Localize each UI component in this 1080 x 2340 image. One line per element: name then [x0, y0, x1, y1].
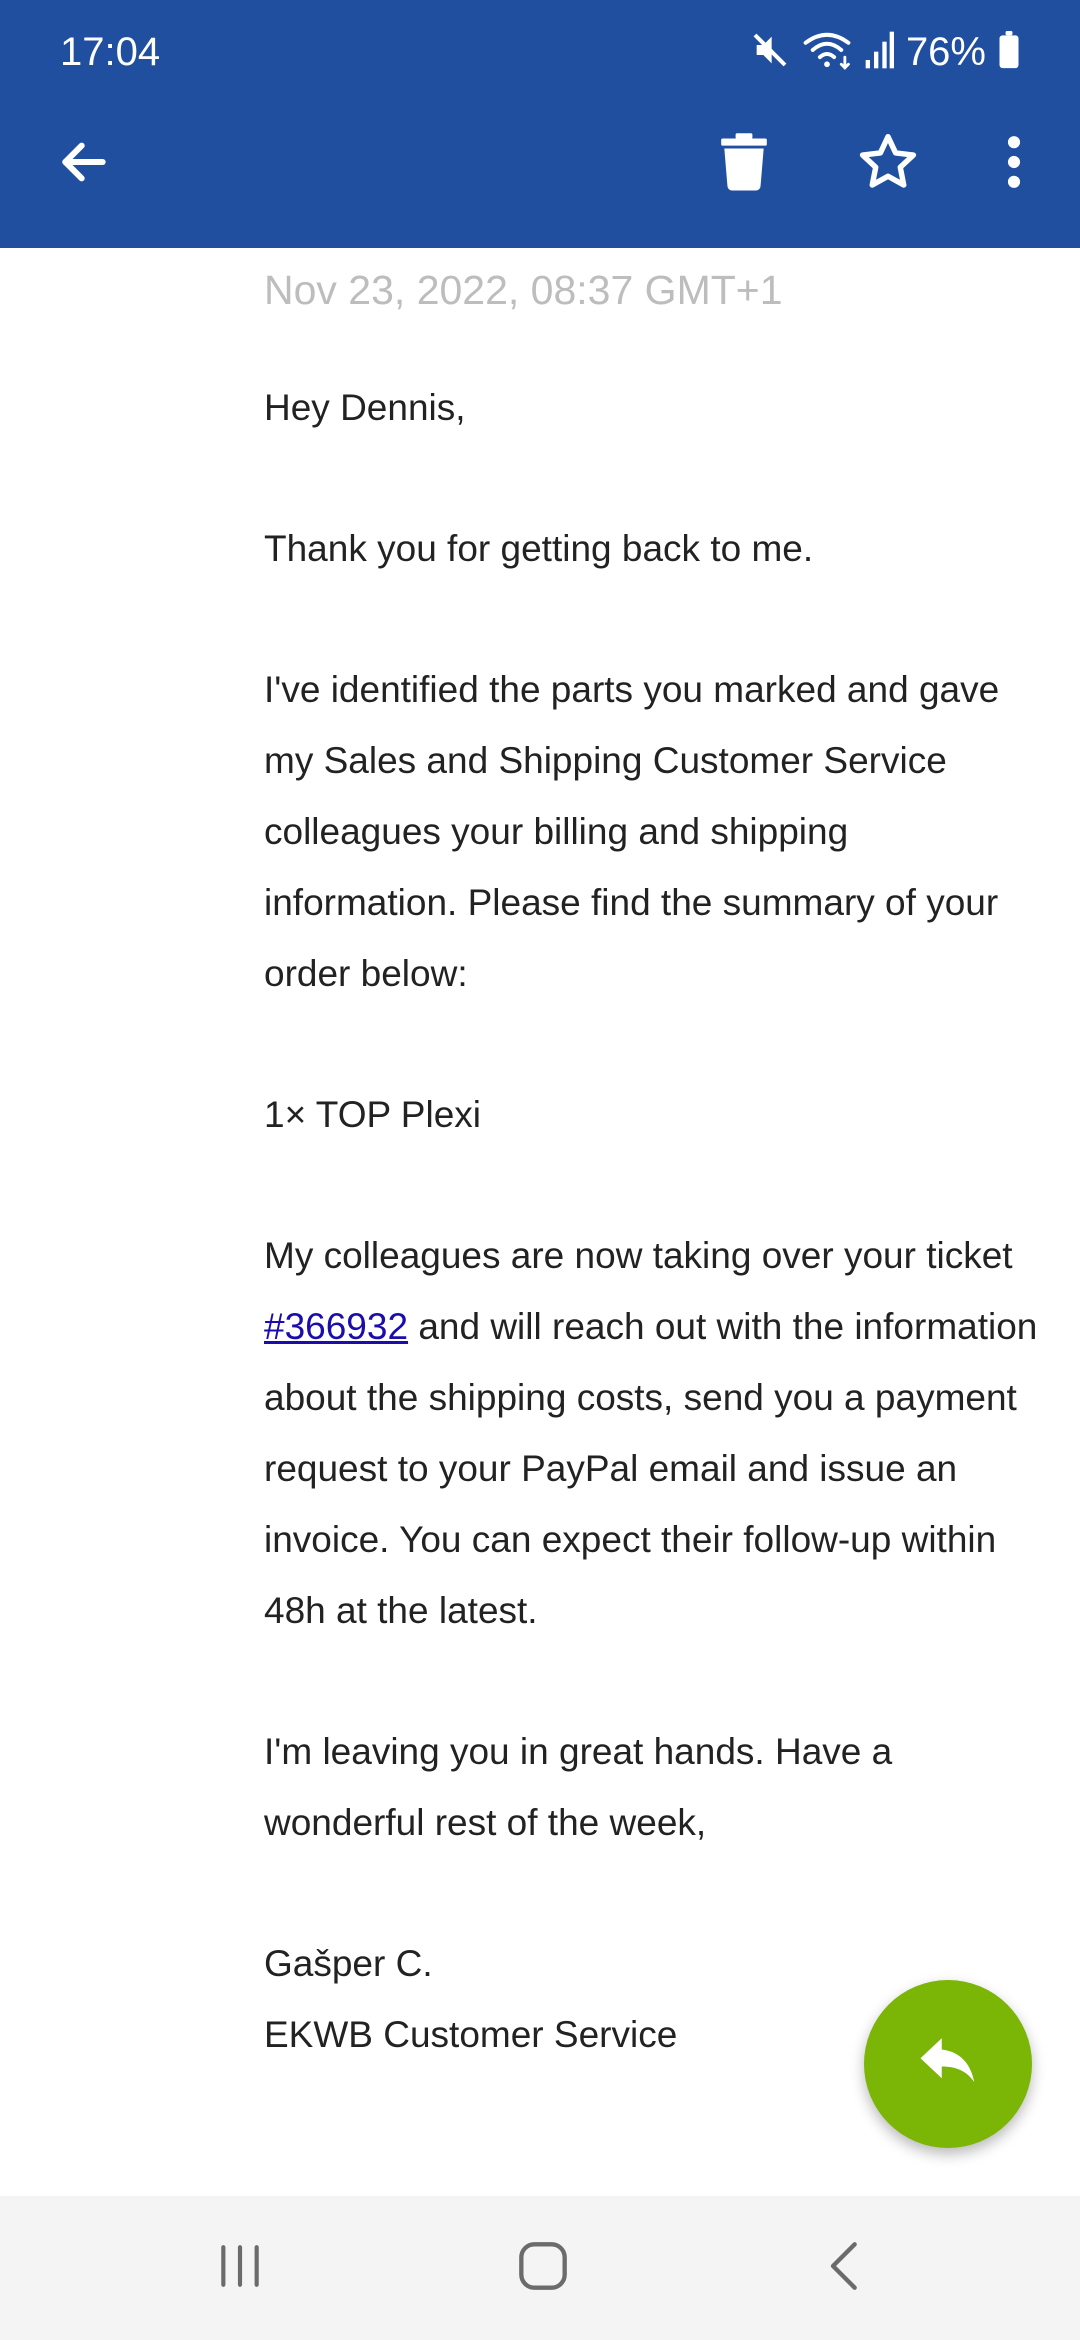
status-icons: 76% [750, 26, 1020, 78]
status-time: 17:04 [60, 30, 161, 74]
reply-icon [918, 2037, 978, 2092]
order-summary-item: 1× TOP Plexi [264, 1094, 481, 1135]
mute-icon [750, 30, 790, 75]
email-paragraph: My colleagues are now taking over your t… [264, 1220, 1044, 1646]
battery-percent: 76% [905, 30, 986, 74]
battery-icon [998, 30, 1020, 74]
delete-button[interactable] [696, 116, 792, 212]
star-button[interactable] [840, 116, 936, 212]
back-button[interactable] [36, 116, 132, 212]
email-date: Nov 23, 2022, 08:37 GMT+1 [264, 267, 783, 313]
email-paragraph: I'm leaving you in great hands. Have a w… [264, 1731, 893, 1843]
email-body: Hey Dennis, Thank you for getting back t… [264, 372, 1044, 2070]
recent-apps-button[interactable] [180, 2220, 300, 2316]
wifi-icon [802, 28, 852, 77]
back-arrow-icon [56, 134, 112, 195]
home-button[interactable] [483, 2220, 603, 2316]
nav-back-button[interactable] [786, 2220, 906, 2316]
signature-name: Gašper C. [264, 1943, 433, 1984]
more-options-button[interactable] [966, 116, 1062, 212]
signature-team: EKWB Customer Service [264, 2014, 678, 2055]
paragraph-text: My colleagues are now taking over your t… [264, 1235, 1013, 1276]
home-icon [517, 2240, 569, 2297]
system-nav-bar [0, 2196, 1080, 2340]
nav-back-icon [820, 2240, 872, 2297]
app-bar: 17:04 76% [0, 0, 1080, 248]
recent-apps-icon [215, 2241, 265, 2296]
more-vert-icon [1004, 134, 1024, 195]
ticket-link[interactable]: #366932 [264, 1306, 408, 1347]
email-greeting: Hey Dennis, [264, 387, 466, 428]
trash-icon [720, 132, 768, 197]
email-paragraph: I've identified the parts you marked and… [264, 669, 1000, 994]
email-paragraph: Thank you for getting back to me. [264, 528, 814, 569]
paragraph-text: and will reach out with the information … [264, 1306, 1038, 1631]
reply-fab[interactable] [864, 1980, 1032, 2148]
star-outline-icon [857, 131, 919, 198]
signal-icon [864, 30, 894, 75]
